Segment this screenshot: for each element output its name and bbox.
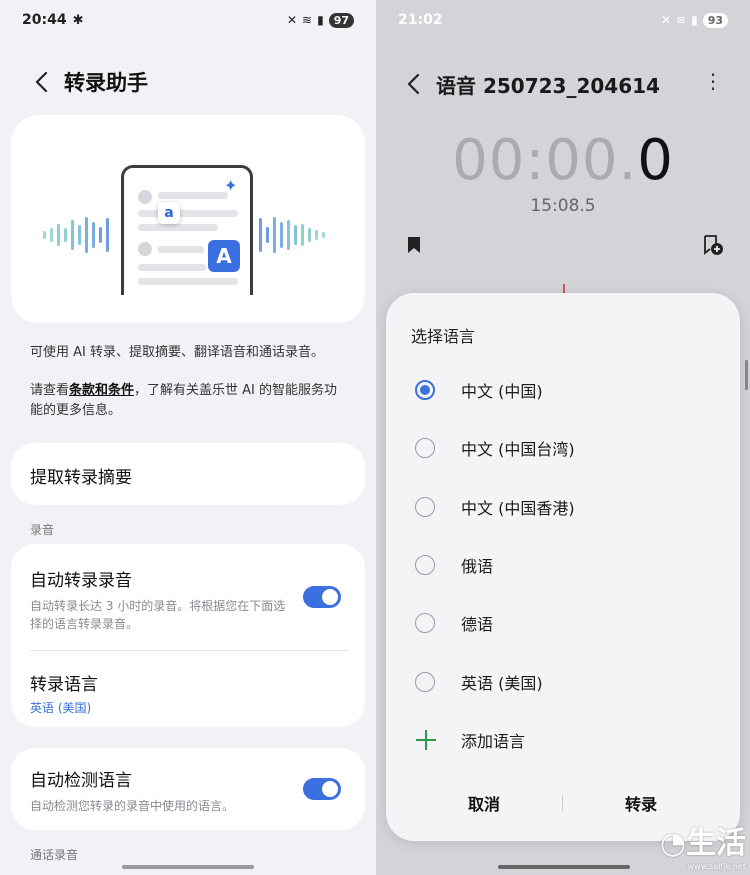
- translate-small-icon: a: [158, 202, 180, 224]
- language-option[interactable]: 中文 (中国台湾): [386, 426, 740, 470]
- translate-large-icon: A: [208, 240, 240, 272]
- settings-screen: 20:44 ✱ ✕ ≋ ▮ 97 转录助手 a A ✦ 可使用 AI 转录、提取…: [0, 0, 376, 875]
- signal-icon: ▮: [317, 13, 324, 27]
- playback-timer: 00:00.0: [376, 128, 750, 193]
- auto-transcribe-toggle[interactable]: [303, 586, 341, 608]
- button-divider: [562, 795, 563, 811]
- auto-transcribe-row[interactable]: 自动转录录音 自动转录长达 3 小时的录音。将根据您在下面选择的语言转录录音。: [30, 566, 290, 633]
- section-call-recording: 通话录音: [30, 848, 79, 862]
- battery-badge: 93: [702, 12, 728, 28]
- signal-icon: ▮: [691, 13, 698, 27]
- terms-link[interactable]: 条款和条件: [69, 383, 134, 398]
- watermark-logo: ◔生活 www.selfje.net: [659, 826, 746, 871]
- recorder-screen: 21:02 ✕ ≋ ▮ 93 语音 250723_204614 · · · 00:0…: [376, 0, 750, 875]
- avatar-icon: [138, 242, 152, 256]
- back-button[interactable]: [26, 67, 56, 97]
- more-options-icon[interactable]: · · ·: [704, 65, 722, 99]
- add-bookmark-icon[interactable]: [702, 234, 724, 260]
- recording-settings-card: 自动转录录音 自动转录长达 3 小时的录音。将根据您在下面选择的语言转录录音。 …: [11, 544, 365, 727]
- ai-sparkle-icon: ✦: [224, 176, 238, 195]
- language-picker-dialog: 选择语言 中文 (中国) 中文 (中国台湾) 中文 (中国香港) 俄语 德语 英…: [386, 293, 740, 841]
- auto-transcribe-title: 自动转录录音: [30, 571, 132, 591]
- summary-card[interactable]: 提取转录摘要: [11, 443, 365, 505]
- language-option-label: 德语: [461, 615, 494, 634]
- app-bar: 语音 250723_204614 · · ·: [376, 64, 750, 104]
- language-option[interactable]: 德语: [386, 601, 740, 645]
- watermark-text: 生活: [686, 826, 746, 861]
- status-bar: 20:44 ✱ ✕ ≋ ▮ 97: [0, 0, 376, 40]
- section-recording: 录音: [30, 523, 55, 537]
- chevron-left-icon: [35, 71, 48, 93]
- total-duration: 15:08.5: [530, 196, 596, 216]
- soundwave-right-icon: [259, 215, 325, 255]
- radio-icon[interactable]: [415, 438, 435, 458]
- watermark-url: www.selfje.net: [687, 862, 746, 871]
- timer-bright: 0: [637, 128, 674, 193]
- add-language-label: 添加语言: [461, 732, 526, 751]
- radio-icon[interactable]: [415, 672, 435, 692]
- add-language-row[interactable]: 添加语言: [386, 718, 740, 762]
- app-bar: 转录助手: [0, 62, 376, 102]
- terms-description: 请查看条款和条件，了解有关盖乐世 AI 的智能服务功能的更多信息。: [30, 381, 350, 421]
- terms-prefix: 请查看: [30, 383, 70, 398]
- language-option[interactable]: 中文 (中国): [386, 368, 740, 412]
- status-time: 20:44: [22, 12, 67, 28]
- summary-item-label: 提取转录摘要: [30, 468, 132, 488]
- auto-transcribe-desc: 自动转录长达 3 小时的录音。将根据您在下面选择的语言转录录音。: [30, 599, 286, 631]
- transcribe-language-row[interactable]: 转录语言 英语 (美国): [30, 670, 98, 716]
- wifi-icon: ≋: [676, 13, 687, 27]
- transcribe-language-value: 英语 (美国): [30, 701, 92, 715]
- bookmark-icon[interactable]: [406, 236, 422, 258]
- language-option-label: 英语 (美国): [461, 674, 543, 693]
- language-option[interactable]: 中文 (中国香港): [386, 485, 740, 529]
- status-time: 21:02: [398, 12, 443, 28]
- back-button[interactable]: [398, 69, 428, 99]
- mute-icon: ✕: [286, 13, 298, 27]
- soundwave-left-icon: [43, 215, 109, 255]
- transcribe-language-title: 转录语言: [30, 675, 98, 695]
- wifi-icon: ≋: [302, 13, 313, 27]
- recording-title: 语音 250723_204614: [436, 73, 660, 98]
- radio-icon[interactable]: [415, 555, 435, 575]
- cancel-button[interactable]: 取消: [424, 791, 544, 815]
- dialog-title: 选择语言: [411, 327, 476, 346]
- radio-icon[interactable]: [415, 613, 435, 633]
- battery-badge: 97: [328, 12, 354, 28]
- feature-description: 可使用 AI 转录、提取摘要、翻译语音和通话录音。: [30, 345, 324, 360]
- transcribe-button[interactable]: 转录: [581, 791, 701, 815]
- language-option-label: 中文 (中国台湾): [461, 440, 575, 459]
- status-bar: 21:02 ✕ ≋ ▮ 93: [376, 0, 750, 40]
- plus-icon: [415, 729, 437, 751]
- home-indicator[interactable]: [498, 865, 630, 869]
- home-indicator[interactable]: [122, 865, 254, 869]
- feature-illustration: a A ✦: [11, 115, 365, 323]
- language-option-label: 中文 (中国): [461, 382, 543, 401]
- divider: [30, 650, 349, 651]
- scrollbar[interactable]: [745, 360, 748, 390]
- auto-detect-toggle[interactable]: [303, 778, 341, 800]
- language-option[interactable]: 俄语: [386, 543, 740, 587]
- language-option-label: 俄语: [461, 557, 494, 576]
- auto-detect-card: 自动检测语言 自动检测您转录的录音中使用的语言。: [11, 748, 365, 830]
- auto-detect-row[interactable]: 自动检测语言 自动检测您转录的录音中使用的语言。: [30, 766, 290, 815]
- auto-detect-title: 自动检测语言: [30, 771, 132, 791]
- language-option-label: 中文 (中国香港): [461, 499, 575, 518]
- timer-dim: 00:00.: [452, 128, 638, 193]
- mute-icon: ✕: [660, 13, 672, 27]
- auto-detect-desc: 自动检测您转录的录音中使用的语言。: [30, 799, 235, 813]
- chevron-left-icon: [407, 73, 420, 95]
- radio-selected-icon[interactable]: [415, 380, 435, 400]
- settings-gear-icon: ✱: [72, 12, 84, 28]
- radio-icon[interactable]: [415, 497, 435, 517]
- phone-illustration: a A ✦: [121, 165, 253, 295]
- page-title: 转录助手: [64, 71, 148, 95]
- language-option[interactable]: 英语 (美国): [386, 660, 740, 704]
- avatar-icon: [138, 190, 152, 204]
